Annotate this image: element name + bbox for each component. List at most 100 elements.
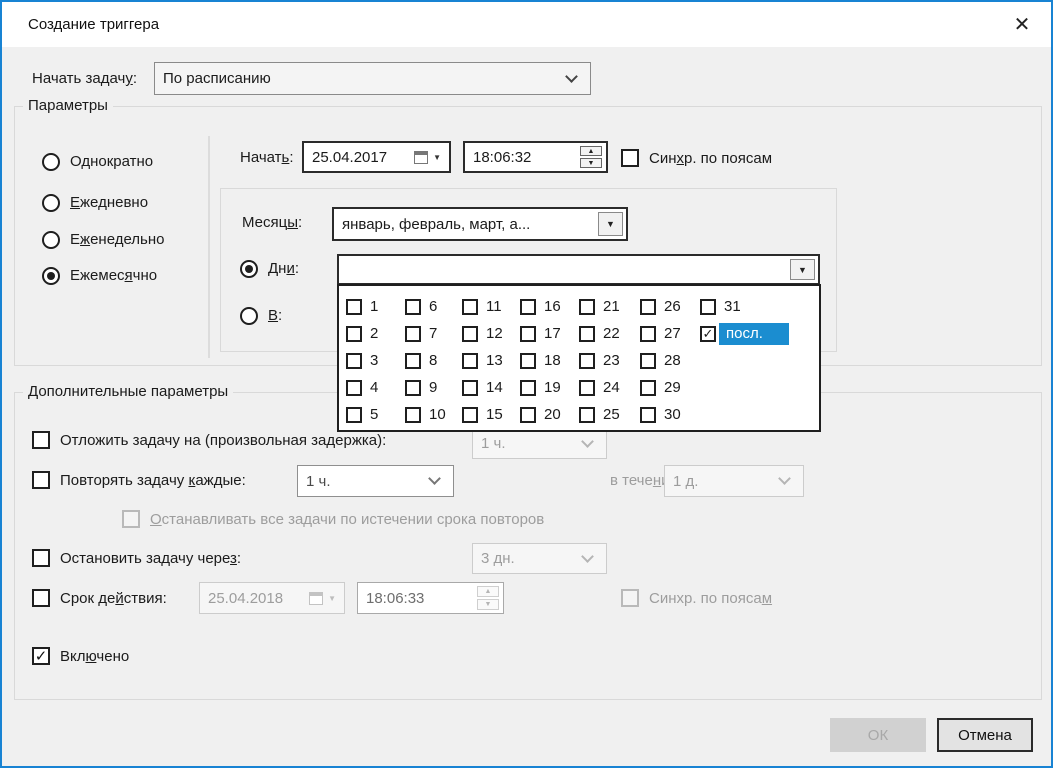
enabled-checkbox[interactable]: [32, 647, 50, 665]
cancel-button[interactable]: Отмена: [937, 718, 1033, 752]
day-label: 4: [370, 379, 378, 396]
day-checkbox[interactable]: [405, 326, 421, 342]
day-checkbox[interactable]: [640, 299, 656, 315]
day-option[interactable]: 9: [405, 374, 462, 401]
day-checkbox[interactable]: [640, 407, 656, 423]
additional-group-label: Дополнительные параметры: [23, 383, 233, 400]
dropdown-button[interactable]: ▼: [790, 259, 815, 280]
day-checkbox[interactable]: [579, 407, 595, 423]
day-option[interactable]: 4: [346, 374, 405, 401]
repeat-interval-select[interactable]: 1 ч.: [297, 465, 454, 497]
day-checkbox[interactable]: [346, 407, 362, 423]
day-checkbox[interactable]: [346, 326, 362, 342]
day-checkbox[interactable]: [405, 353, 421, 369]
day-checkbox[interactable]: ✓: [700, 326, 716, 342]
day-option[interactable]: 7: [405, 320, 462, 347]
day-option[interactable]: 18: [520, 347, 579, 374]
day-option[interactable]: 15: [462, 401, 520, 428]
day-checkbox[interactable]: [462, 380, 478, 396]
start-time-spinner[interactable]: 18:06:32 ▲ ▼: [463, 141, 608, 173]
day-option[interactable]: 29: [640, 374, 700, 401]
day-checkbox[interactable]: [579, 380, 595, 396]
day-option[interactable]: 14: [462, 374, 520, 401]
day-option[interactable]: 1: [346, 293, 405, 320]
delay-checkbox[interactable]: [32, 431, 50, 449]
day-option[interactable]: 25: [579, 401, 640, 428]
day-option[interactable]: 23: [579, 347, 640, 374]
day-option[interactable]: 21: [579, 293, 640, 320]
day-checkbox[interactable]: [346, 353, 362, 369]
day-checkbox[interactable]: [462, 353, 478, 369]
months-select[interactable]: январь, февраль, март, а... ▼: [332, 207, 628, 241]
day-option[interactable]: 28: [640, 347, 700, 374]
day-label: 7: [429, 325, 437, 342]
day-option[interactable]: 27: [640, 320, 700, 347]
day-option[interactable]: 19: [520, 374, 579, 401]
day-checkbox[interactable]: [520, 299, 536, 315]
day-option[interactable]: 20: [520, 401, 579, 428]
start-date-picker[interactable]: 25.04.2017 ▼: [302, 141, 451, 173]
day-checkbox[interactable]: [579, 353, 595, 369]
day-checkbox[interactable]: [346, 299, 362, 315]
day-option[interactable]: ✓посл.: [700, 320, 789, 347]
day-checkbox[interactable]: [520, 380, 536, 396]
day-checkbox[interactable]: [579, 299, 595, 315]
day-option[interactable]: 3: [346, 347, 405, 374]
day-option[interactable]: 6: [405, 293, 462, 320]
day-option[interactable]: 17: [520, 320, 579, 347]
day-checkbox[interactable]: [520, 407, 536, 423]
radio-once[interactable]: [42, 153, 60, 171]
radio-daily[interactable]: [42, 194, 60, 212]
day-checkbox[interactable]: [346, 380, 362, 396]
stop-all-label: Останавливать все задачи по истечении ср…: [150, 511, 544, 528]
day-checkbox[interactable]: [520, 326, 536, 342]
day-label: 19: [544, 379, 561, 396]
radio-weeks[interactable]: [240, 307, 258, 325]
radio-days[interactable]: [240, 260, 258, 278]
repeat-interval-value: 1 ч.: [306, 466, 331, 496]
days-dropdown-panel: 1234567891011121314151617181920212223242…: [337, 284, 821, 432]
day-checkbox[interactable]: [405, 407, 421, 423]
days-select[interactable]: ▼: [337, 254, 820, 285]
day-option[interactable]: 12: [462, 320, 520, 347]
day-checkbox[interactable]: [579, 326, 595, 342]
dropdown-button[interactable]: ▼: [598, 212, 623, 236]
day-checkbox[interactable]: [640, 326, 656, 342]
day-option[interactable]: 11: [462, 293, 520, 320]
day-checkbox[interactable]: [405, 299, 421, 315]
day-checkbox[interactable]: [405, 380, 421, 396]
stop-after-checkbox[interactable]: [32, 549, 50, 567]
close-icon[interactable]: ✕: [1007, 10, 1037, 38]
day-checkbox[interactable]: [462, 299, 478, 315]
day-checkbox[interactable]: [640, 380, 656, 396]
day-option[interactable]: 8: [405, 347, 462, 374]
radio-monthly[interactable]: [42, 267, 60, 285]
expire-checkbox[interactable]: [32, 589, 50, 607]
day-checkbox[interactable]: [462, 407, 478, 423]
day-label: 31: [724, 298, 741, 315]
radio-weekly[interactable]: [42, 231, 60, 249]
spinner-down-icon[interactable]: ▼: [580, 158, 602, 168]
day-option[interactable]: 16: [520, 293, 579, 320]
stop-all-checkbox: [122, 510, 140, 528]
day-checkbox[interactable]: [640, 353, 656, 369]
day-option[interactable]: 5: [346, 401, 405, 428]
day-checkbox[interactable]: [520, 353, 536, 369]
day-option[interactable]: 13: [462, 347, 520, 374]
day-label: 27: [664, 325, 681, 342]
day-option[interactable]: 10: [405, 401, 462, 428]
begin-task-select[interactable]: По расписанию: [154, 62, 591, 95]
day-option[interactable]: 24: [579, 374, 640, 401]
day-checkbox[interactable]: [462, 326, 478, 342]
day-option[interactable]: 22: [579, 320, 640, 347]
spinner-up-icon[interactable]: ▲: [580, 146, 602, 156]
day-checkbox[interactable]: [700, 299, 716, 315]
repeat-checkbox[interactable]: [32, 471, 50, 489]
day-option[interactable]: 30: [640, 401, 700, 428]
dropdown-arrow-icon[interactable]: ▼: [433, 153, 441, 162]
day-option[interactable]: 2: [346, 320, 405, 347]
sync-timezone-checkbox[interactable]: [621, 149, 639, 167]
day-option[interactable]: 26: [640, 293, 700, 320]
chevron-down-icon: [565, 70, 578, 83]
day-option[interactable]: 31: [700, 293, 789, 320]
